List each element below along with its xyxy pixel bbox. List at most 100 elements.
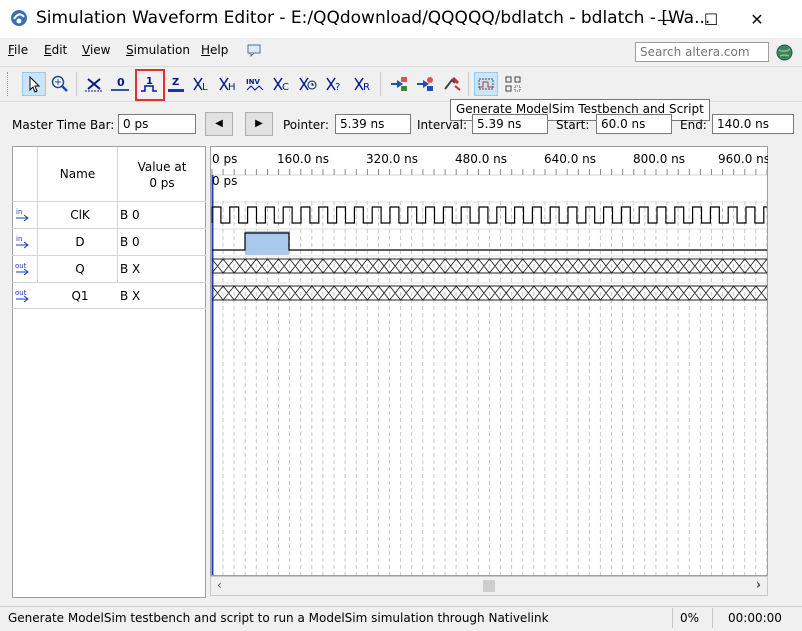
svg-text:C: C (282, 82, 289, 93)
signal-row-clk[interactable]: in ClK B 0 (12, 201, 206, 228)
invert-icon: INV (246, 78, 264, 91)
interval-label: Interval: (417, 118, 467, 132)
time-tick-label: 800.0 ns (633, 152, 686, 166)
group-nodes-icon (505, 76, 521, 92)
toolbar-grip[interactable] (7, 72, 11, 96)
time-tick-label: 160.0 ns (277, 152, 330, 166)
overwrite-value-button[interactable]: R (351, 72, 375, 96)
signal-row-d[interactable]: in D B 0 (12, 228, 206, 255)
forcing-unknown-button[interactable] (82, 72, 106, 96)
vertical-scrollbar[interactable] (768, 146, 802, 576)
search-input[interactable] (635, 42, 769, 62)
weak-low-button[interactable]: L (190, 72, 214, 96)
pointer-icon (29, 75, 41, 93)
weak-high-icon: H (219, 77, 236, 93)
signal-value: B X (120, 289, 141, 303)
signal-name: Q (75, 262, 85, 276)
menu-edit-accel: E (44, 43, 52, 57)
svg-text:in: in (16, 235, 22, 243)
zoom-icon (51, 75, 68, 92)
menu-file-label: ile (14, 43, 29, 57)
close-button[interactable]: ✕ (734, 6, 780, 34)
clk-waveform (211, 206, 767, 224)
horizontal-scrollbar[interactable]: ‹ › (210, 576, 768, 596)
time-tick-label: 320.0 ns (366, 152, 419, 166)
minimize-button[interactable]: — (642, 6, 688, 34)
q-waveform (211, 258, 767, 274)
svg-text:Z: Z (172, 77, 179, 88)
signal-value: B 0 (120, 208, 140, 222)
toolbar-separator (76, 72, 77, 96)
functional-simulation-icon (391, 77, 407, 91)
menu-file[interactable]: File (8, 43, 28, 57)
random-values-button[interactable]: ? (323, 72, 347, 96)
output-pin-icon: out (15, 262, 29, 276)
menu-view[interactable]: View (82, 43, 110, 57)
signal-value: B X (120, 262, 141, 276)
chat-icon[interactable] (246, 42, 262, 58)
globe-icon[interactable] (776, 44, 793, 61)
input-pin-icon: in (16, 235, 29, 249)
waveform-panel[interactable] (210, 146, 768, 576)
master-time-bar-field[interactable]: 0 ps (118, 114, 196, 134)
snap-to-grid-icon (478, 78, 494, 90)
selection-tool-button[interactable] (22, 72, 46, 96)
menu-simulation-accel: S (126, 43, 134, 57)
app-icon (11, 10, 27, 26)
menu-help-accel: H (201, 43, 211, 57)
svg-text:H: H (228, 82, 236, 93)
signal-row-q1[interactable]: out Q1 B X (12, 282, 206, 309)
menu-edit[interactable]: Edit (44, 43, 67, 57)
zoom-tool-button[interactable] (48, 72, 72, 96)
menu-view-accel: V (82, 43, 90, 57)
count-value-icon: C (273, 77, 289, 93)
maximize-button[interactable]: ☐ (688, 6, 734, 34)
forcing-low-button[interactable]: 0 (108, 72, 132, 96)
svg-text:in: in (16, 208, 22, 216)
time-tick-label: 480.0 ns (455, 152, 508, 166)
highlight-annotation (135, 69, 165, 101)
toolbar-separator (380, 72, 381, 96)
high-impedance-button[interactable]: Z (164, 72, 188, 96)
time-tick-label: 0 ps (212, 152, 238, 166)
timing-simulation-button[interactable] (413, 72, 437, 96)
time-tick-label: 960.0 ns (718, 152, 771, 166)
overwrite-clock-icon (299, 77, 317, 91)
column-header-name[interactable]: Name (38, 167, 117, 181)
invert-button[interactable]: INV (243, 72, 267, 96)
generate-testbench-icon (444, 76, 461, 91)
random-values-icon: ? (326, 77, 340, 93)
overwrite-clock-button[interactable] (296, 72, 320, 96)
status-separator (672, 608, 673, 628)
status-separator (712, 608, 713, 628)
menu-help-label: elp (210, 43, 229, 57)
window-title: Simulation Waveform Editor - E:/QQdownlo… (36, 8, 711, 28)
scroll-thumb[interactable] (483, 580, 495, 592)
timing-simulation-icon (417, 77, 433, 91)
high-impedance-icon: Z (168, 77, 184, 92)
generate-testbench-button[interactable] (440, 72, 464, 96)
snap-to-grid-button[interactable] (474, 72, 498, 96)
signal-name: ClK (70, 208, 90, 222)
scroll-left-icon[interactable]: ‹ (217, 578, 222, 592)
status-message: Generate ModelSim testbench and script t… (8, 611, 549, 625)
column-header-value[interactable]: Value at (122, 160, 202, 174)
functional-simulation-button[interactable] (387, 72, 411, 96)
weak-high-button[interactable]: H (216, 72, 240, 96)
waveform-canvas[interactable] (211, 147, 768, 576)
count-value-button[interactable]: C (270, 72, 294, 96)
scroll-corner: › (756, 576, 802, 596)
prev-transition-button[interactable]: ◀ (205, 112, 233, 136)
pointer-label: Pointer: (283, 118, 329, 132)
d-selection-region (245, 231, 289, 255)
menu-simulation[interactable]: Simulation (126, 43, 190, 57)
menu-help[interactable]: Help (201, 43, 228, 57)
scroll-right-icon[interactable]: › (756, 577, 761, 591)
group-nodes-button[interactable] (501, 72, 525, 96)
end-label: End: (680, 118, 707, 132)
menu-view-label: iew (89, 43, 111, 57)
d-waveform (212, 232, 767, 251)
signal-row-q[interactable]: out Q B X (12, 255, 206, 282)
start-label: Start: (556, 118, 590, 132)
next-transition-button[interactable]: ▶ (245, 112, 273, 136)
